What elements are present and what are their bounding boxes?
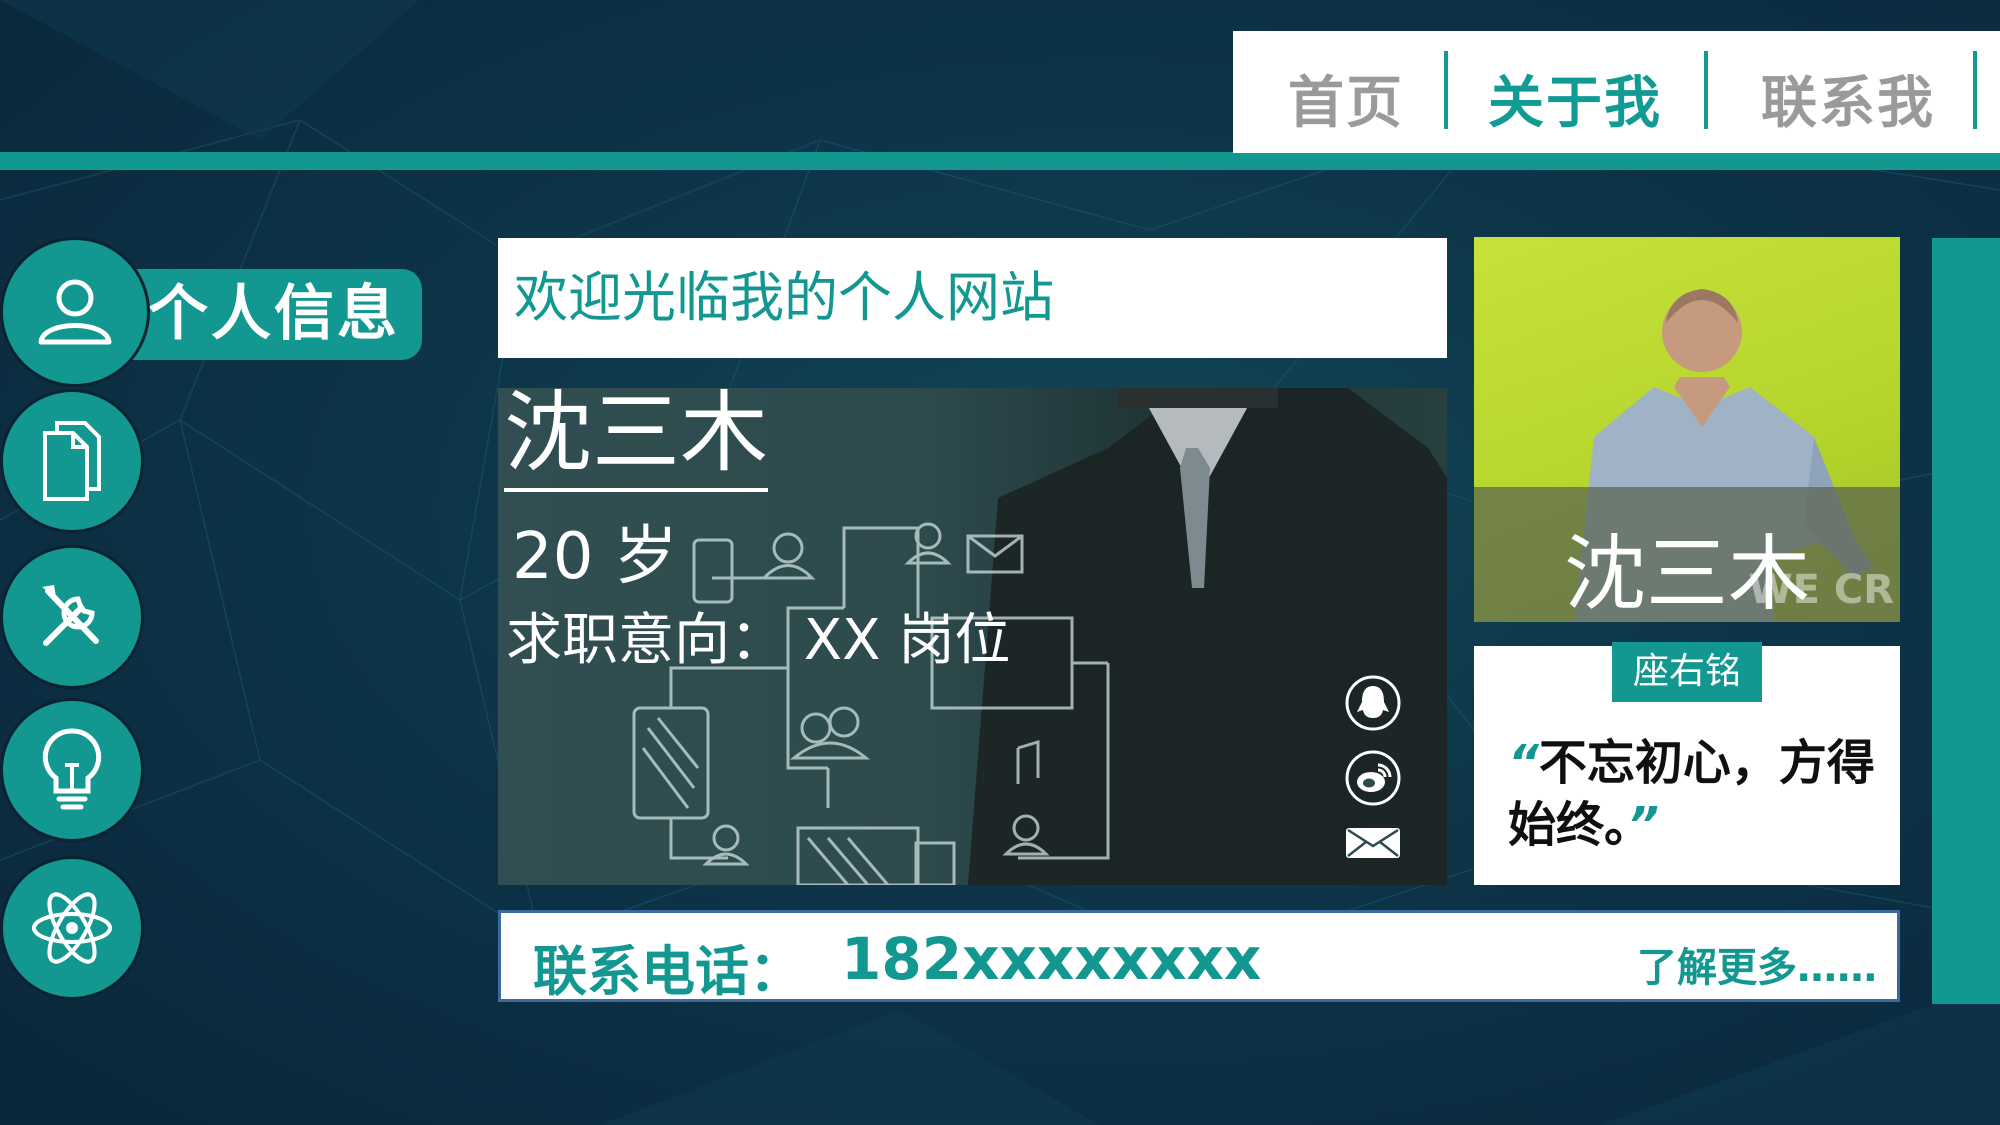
motto-text: “不忘初心，方得始终。”	[1508, 732, 1888, 856]
motto-close-quote: ”	[1628, 797, 1659, 853]
qq-icon[interactable]	[1344, 674, 1402, 732]
motto-card: 座右铭 “不忘初心，方得始终。”	[1474, 642, 1900, 885]
contact-bar: 联系电话： 182xxxxxxxx 了解更多……	[498, 910, 1900, 1003]
motto-open-quote: “	[1508, 735, 1539, 791]
motto-label: 座右铭	[1612, 642, 1762, 702]
sidebar-item-skills[interactable]	[0, 545, 144, 689]
right-accent-strip	[1932, 238, 2000, 1004]
portrait-watermark: WE CR	[1748, 567, 1894, 613]
profile-job-intent: 求职意向： XX 岗位	[506, 608, 1011, 673]
profile-age: 20 岁	[512, 520, 678, 594]
nav-item-about[interactable]: 关于我	[1488, 58, 1662, 139]
nav-item-home[interactable]: 首页	[1288, 58, 1404, 139]
nav-separator	[1704, 51, 1708, 129]
profile-name: 沈三木	[504, 384, 769, 492]
sidebar-item-ideas[interactable]	[0, 698, 144, 842]
contact-label: 联系电话：	[533, 940, 803, 1003]
sidebar-active-label[interactable]: 个人信息	[120, 269, 422, 360]
sidebar-item-documents[interactable]	[0, 389, 144, 533]
motto-body: 不忘初心，方得始终。	[1508, 735, 1875, 853]
lightbulb-icon	[42, 728, 102, 810]
atom-icon	[32, 892, 112, 964]
user-icon	[38, 279, 112, 345]
contact-phone: 182xxxxxxxx	[841, 925, 1262, 993]
weibo-icon[interactable]	[1344, 749, 1402, 807]
sidebar-item-profile[interactable]	[0, 237, 150, 387]
nav-item-contact[interactable]: 联系我	[1761, 58, 1935, 139]
nav-separator	[1973, 51, 1977, 129]
header-accent-bar	[0, 152, 2000, 170]
document-icon	[43, 421, 101, 501]
welcome-banner: 欢迎光临我的个人网站	[498, 238, 1447, 358]
nav-separator	[1444, 51, 1448, 129]
portrait-photo: 沈三木 WE CR	[1474, 237, 1900, 622]
sidebar-item-science[interactable]	[0, 856, 144, 1000]
learn-more-link[interactable]: 了解更多……	[1637, 935, 1877, 993]
tools-icon	[42, 585, 99, 646]
top-nav: 首页 关于我 联系我	[1233, 31, 2000, 153]
mail-icon[interactable]	[1344, 826, 1402, 860]
